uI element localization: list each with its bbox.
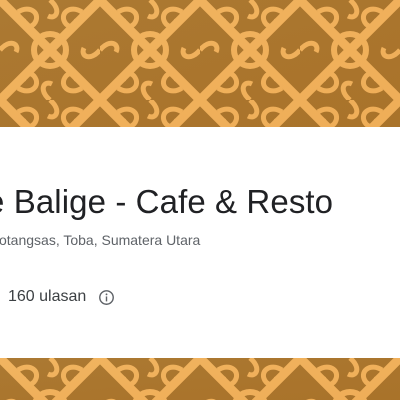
header-photo[interactable] <box>0 0 400 128</box>
review-count-link[interactable]: 160 ulasan <box>8 288 86 306</box>
place-title: e Balige - Cafe & Resto <box>0 183 334 220</box>
batik-pattern-image <box>0 0 400 128</box>
batik-pattern-image <box>0 358 400 400</box>
rating-row: 160 ulasan <box>8 286 115 308</box>
place-address: otangsas, Toba, Sumatera Utara <box>0 232 201 248</box>
footer-photo[interactable] <box>0 358 400 400</box>
info-circle-icon[interactable] <box>98 289 115 306</box>
